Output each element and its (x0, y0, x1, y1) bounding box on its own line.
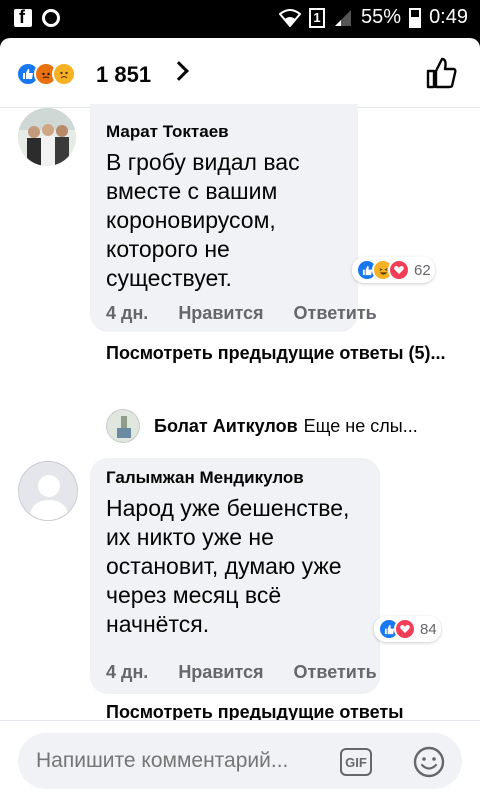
comment-text: В гробу видал вас вместе с вашим коронов… (106, 149, 300, 291)
comment-actions: 4 дн. Нравится Ответить (106, 662, 407, 683)
comment-author[interactable]: Галымжан Мендикулов (106, 468, 364, 488)
reply-text: Еще не слы... (303, 415, 418, 436)
avatar[interactable] (18, 108, 76, 166)
comment-author[interactable]: Марат Токтаев (106, 122, 342, 142)
comment-bubble[interactable]: Галымжан Мендикулов Народ уже бешенстве,… (90, 458, 380, 694)
reply-link[interactable]: Ответить (294, 662, 377, 683)
comment-reactions[interactable]: 84 (374, 616, 441, 642)
comment-actions: 4 дн. Нравится Ответить (106, 303, 407, 324)
comment-reactions[interactable]: 62 (352, 257, 435, 283)
wifi-icon (279, 8, 302, 27)
clock: 0:49 (429, 6, 468, 28)
reply-preview[interactable]: Болат Аиткулов Еще не слы... (106, 408, 418, 444)
reaction-summary[interactable] (16, 62, 76, 86)
emoji-icon[interactable] (412, 745, 446, 779)
avatar[interactable] (106, 409, 140, 443)
comments-sheet: 1 851 Марат Токтаев В гробу видал вас вм… (0, 38, 480, 800)
reaction-count: 62 (414, 261, 431, 279)
battery-icon (409, 7, 422, 28)
battery-percent: 55% (361, 6, 402, 28)
like-link[interactable]: Нравится (178, 303, 263, 324)
facebook-notification-icon (14, 7, 32, 28)
comment-composer: GIF (0, 720, 480, 800)
status-bar: 1 55% 0:49 (0, 0, 480, 38)
love-reaction-icon (394, 618, 416, 640)
sim-icon: 1 (309, 7, 326, 28)
reaction-count[interactable]: 1 851 (96, 62, 151, 88)
comment-input[interactable] (18, 733, 462, 789)
comment-text: Народ уже бешенстве, их никто уже не ост… (106, 495, 350, 637)
comment-time: 4 дн. (106, 662, 149, 682)
comment-time: 4 дн. (106, 303, 149, 323)
reply-link[interactable]: Ответить (294, 303, 377, 324)
reply-author[interactable]: Болат Аиткулов (154, 416, 298, 437)
sad-reaction-icon (52, 62, 76, 86)
chevron-right-icon[interactable] (169, 61, 189, 81)
reaction-count: 84 (420, 620, 437, 638)
like-link[interactable]: Нравится (178, 662, 263, 683)
comment-bubble[interactable]: Марат Токтаев В гробу видал вас вместе с… (90, 104, 358, 332)
like-button-icon[interactable] (424, 56, 458, 90)
gif-button[interactable]: GIF (340, 748, 372, 776)
previous-replies-link[interactable]: Посмотреть предыдущие ответы (5)... (106, 341, 456, 365)
settings-notification-icon (42, 9, 60, 27)
avatar[interactable] (18, 461, 78, 521)
signal-icon (335, 9, 352, 26)
reactions-header: 1 851 (0, 38, 480, 108)
love-reaction-icon (388, 259, 410, 281)
